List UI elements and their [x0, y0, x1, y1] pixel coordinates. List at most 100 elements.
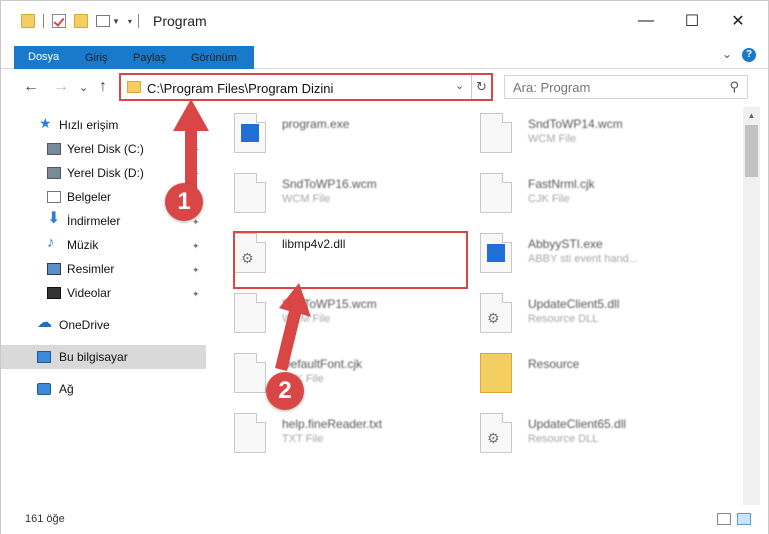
- sidebar-item-label: OneDrive: [59, 318, 110, 332]
- tiles-view-icon[interactable]: [737, 513, 751, 525]
- recent-locations-button[interactable]: ⌄: [79, 81, 88, 94]
- pictures-icon: [47, 263, 61, 275]
- cloud-icon: ☁: [37, 314, 52, 331]
- vertical-scrollbar[interactable]: ▲: [743, 107, 760, 505]
- sidebar-item-videos[interactable]: Videolar ✦: [1, 281, 206, 305]
- tab-share[interactable]: Paylaş: [121, 47, 178, 69]
- file-name: FastNrml.cjk: [528, 177, 595, 191]
- exe-file-icon: [480, 233, 512, 273]
- search-input[interactable]: [513, 80, 713, 95]
- search-icon[interactable]: ⚲: [729, 79, 739, 95]
- close-button[interactable]: ✕: [715, 1, 761, 41]
- sidebar-item-pictures[interactable]: Resimler ✦: [1, 257, 206, 281]
- file-icon: [234, 113, 266, 153]
- up-button[interactable]: ↑: [99, 78, 107, 96]
- explorer-window: ▼ ▾ Program — ☐ ✕ Dosya Giriş Paylaş Gör…: [0, 0, 769, 534]
- sidebar-item-label: Yerel Disk (D:): [67, 166, 144, 180]
- file-icon: [234, 413, 266, 453]
- new-folder-icon[interactable]: [74, 14, 88, 28]
- dll-file-icon: ⚙: [480, 413, 512, 453]
- gear-icon: ⚙: [487, 430, 500, 446]
- file-type: Resource DLL: [528, 313, 599, 325]
- pin-icon[interactable]: ✦: [192, 265, 200, 276]
- back-button[interactable]: ←: [23, 78, 39, 96]
- file-name: AbbyySTI.exe: [528, 237, 603, 251]
- sidebar-item-onedrive[interactable]: ☁ OneDrive: [1, 313, 206, 337]
- step-badge-2: 2: [266, 372, 304, 410]
- sidebar-item-label: Ağ: [59, 382, 74, 396]
- minimize-button[interactable]: —: [623, 1, 669, 41]
- computer-icon: [37, 351, 51, 363]
- expand-ribbon-icon[interactable]: ⌄: [722, 47, 732, 61]
- toolbar-divider: [43, 14, 44, 28]
- tab-view[interactable]: Görünüm: [179, 47, 249, 69]
- dll-file-icon: ⚙: [480, 293, 512, 333]
- file-item[interactable]: ⚙ UpdateClient5.dll Resource DLL: [462, 287, 702, 343]
- status-bar: 161 öğe: [1, 505, 768, 534]
- file-icon: [480, 173, 512, 213]
- file-item[interactable]: AbbyySTI.exe ABBY sti event hand...: [462, 227, 702, 283]
- sidebar-item-label: Belgeler: [67, 190, 112, 204]
- toolbar-divider: [137, 14, 139, 28]
- star-icon: ★: [39, 115, 52, 131]
- forward-button[interactable]: →: [53, 78, 69, 96]
- sidebar-item-label: İndirmeler: [67, 214, 121, 228]
- navigation-bar: ← → ⌄ ↑ C:\Program Files\Program Dizini …: [1, 69, 768, 107]
- sidebar-item-label: Yerel Disk (C:): [67, 142, 144, 156]
- help-icon[interactable]: ?: [742, 48, 756, 62]
- download-icon: ⬇: [47, 210, 61, 227]
- file-type: ABBY sti event hand...: [528, 253, 638, 265]
- sidebar-item-this-pc[interactable]: Bu bilgisayar: [1, 345, 206, 369]
- file-item[interactable]: ⚙ UpdateClient65.dll Resource DLL: [462, 407, 702, 463]
- item-count: 161 öğe: [25, 513, 65, 525]
- arrow-shape: [173, 99, 209, 197]
- customize-toolbar-icon[interactable]: ▾: [128, 17, 132, 26]
- file-item[interactable]: FastNrml.cjk CJK File: [462, 167, 702, 223]
- file-type: WCM File: [282, 193, 331, 205]
- chevron-down-icon[interactable]: ▼: [112, 17, 120, 26]
- address-path[interactable]: C:\Program Files\Program Dizini: [147, 81, 333, 96]
- videos-icon: [47, 287, 61, 299]
- file-item[interactable]: help.fineReader.txt TXT File: [216, 407, 456, 463]
- details-view-icon[interactable]: [717, 513, 731, 525]
- tab-home[interactable]: Giriş: [73, 47, 120, 69]
- scroll-up-icon[interactable]: ▲: [743, 107, 760, 124]
- properties-check-icon[interactable]: [52, 14, 66, 28]
- folder-icon: [21, 14, 35, 28]
- refresh-button[interactable]: ↻: [471, 75, 491, 99]
- file-name: SndToWP16.wcm: [282, 177, 377, 191]
- pin-icon[interactable]: ✦: [192, 289, 200, 300]
- documents-icon: [47, 191, 61, 203]
- gear-icon: ⚙: [487, 310, 500, 326]
- folder-icon: [480, 353, 512, 393]
- network-icon: [37, 383, 51, 395]
- disk-icon: [47, 143, 61, 155]
- folder-item[interactable]: Resource: [462, 347, 702, 403]
- title-bar: ▼ ▾ Program — ☐ ✕: [1, 1, 768, 41]
- file-item[interactable]: DefaultFont.cjk CJK File: [216, 347, 456, 403]
- file-type: WCM File: [528, 133, 577, 145]
- properties-icon[interactable]: [96, 15, 110, 27]
- file-icon: [234, 173, 266, 213]
- file-item[interactable]: program.exe: [216, 107, 456, 163]
- file-type: CJK File: [528, 193, 570, 205]
- pin-icon[interactable]: ✦: [192, 241, 200, 252]
- file-item[interactable]: SndToWP14.wcm WCM File: [462, 107, 702, 163]
- search-box[interactable]: ⚲: [504, 75, 748, 99]
- arrow-shape: [275, 283, 311, 371]
- sidebar-item-network[interactable]: Ağ: [1, 377, 206, 401]
- sidebar-item-music[interactable]: ♪ Müzik ✦: [1, 233, 206, 257]
- file-name: UpdateClient65.dll: [528, 417, 627, 431]
- file-item[interactable]: SndToWP16.wcm WCM File: [216, 167, 456, 223]
- sidebar-item-label: Videolar: [67, 286, 111, 300]
- chevron-down-icon[interactable]: ⌄: [455, 79, 464, 92]
- file-item[interactable]: SndToWP15.wcm WCM File: [216, 287, 456, 343]
- ribbon-tabs: Dosya Giriş Paylaş Görünüm ⌄: [1, 41, 768, 69]
- maximize-button[interactable]: ☐: [669, 1, 715, 41]
- step-badge-1: 1: [165, 183, 203, 221]
- file-name: SndToWP14.wcm: [528, 117, 623, 131]
- file-name: UpdateClient5.dll: [528, 297, 620, 311]
- scrollbar-thumb[interactable]: [745, 125, 758, 177]
- sidebar-item-label: Bu bilgisayar: [59, 350, 128, 364]
- arrow-annotation-2: [275, 283, 311, 371]
